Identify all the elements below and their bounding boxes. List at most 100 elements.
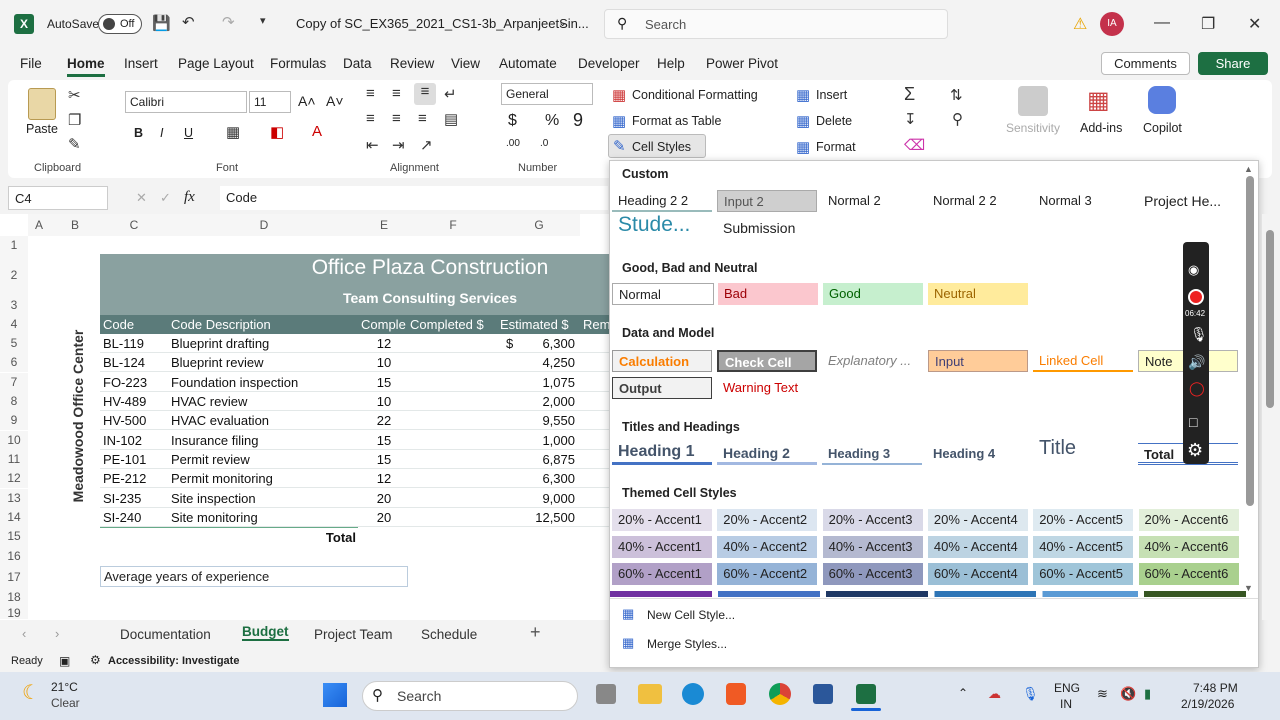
style-themed-accent[interactable]: 60% - Accent5 (1033, 563, 1134, 585)
align-center-icon[interactable]: ≡ (392, 110, 401, 127)
tab-documentation[interactable]: Documentation (120, 627, 211, 642)
style-normal-2-2[interactable]: Normal 2 2 (927, 190, 1027, 212)
delete-cells-icon[interactable]: ▦ (796, 112, 810, 130)
row-header[interactable]: 9 (0, 411, 28, 430)
row-header[interactable]: 4 (0, 315, 28, 334)
style-themed-accent[interactable]: 60% - Accent4 (927, 563, 1028, 585)
format-as-table-button[interactable]: Format as Table (632, 114, 721, 128)
cell-estimated[interactable]: 6,300 (520, 469, 575, 488)
cell-currency[interactable] (506, 392, 520, 411)
paste-icon[interactable] (28, 88, 56, 120)
sort-filter-icon[interactable]: ⇅ (950, 86, 963, 104)
cell-code[interactable]: HV-500 (103, 411, 167, 430)
cell-code[interactable]: SI-240 (103, 508, 167, 527)
cell-currency[interactable] (506, 373, 520, 392)
cancel-icon[interactable]: ✕ (136, 190, 147, 206)
cell-completed[interactable]: 22 (362, 411, 406, 430)
column-header[interactable]: D (168, 214, 360, 236)
enter-icon[interactable]: ✓ (160, 190, 171, 206)
cell-description[interactable]: Permit review (171, 450, 359, 469)
clear-icon[interactable]: ⌫ (904, 136, 925, 154)
menu-home[interactable]: Home (67, 56, 105, 77)
clock-time[interactable]: 7:48 PM (1193, 681, 1238, 695)
row-header[interactable]: 12 (0, 469, 28, 488)
style-check-cell[interactable]: Check Cell (717, 350, 817, 372)
style-themed-accent[interactable]: 60% - Accent2 (717, 563, 818, 585)
cell-currency[interactable] (506, 450, 520, 469)
edge-icon[interactable] (682, 683, 704, 705)
name-box[interactable]: C4 (8, 186, 108, 210)
temperature[interactable]: 21°C (51, 680, 78, 694)
copilot-label[interactable]: Copilot (1143, 121, 1182, 135)
close-icon[interactable]: ✕ (1248, 14, 1261, 34)
style-normal-2[interactable]: Normal 2 (822, 190, 922, 212)
cell-currency[interactable] (506, 508, 520, 527)
grow-font-icon[interactable]: A˄ (298, 93, 316, 109)
conditional-formatting-icon[interactable]: ▦ (612, 86, 626, 104)
cell-estimated[interactable]: 1,075 (520, 373, 575, 392)
redo-icon[interactable]: ↷ (222, 13, 235, 31)
function-icon[interactable]: fx (184, 189, 195, 206)
bold-icon[interactable]: B (134, 126, 143, 140)
increase-indent-icon[interactable]: ⇥ (392, 136, 405, 154)
align-bottom-icon[interactable]: ≡ (414, 83, 436, 105)
column-header[interactable]: C (100, 214, 168, 236)
currency-icon[interactable]: $ (508, 112, 517, 130)
cell-completed[interactable]: 12 (362, 334, 406, 353)
tab-project-team[interactable]: Project Team (314, 627, 393, 642)
cell-estimated[interactable]: 4,250 (520, 353, 575, 372)
style-linked-cell[interactable]: Linked Cell (1033, 350, 1133, 372)
decrease-decimal-icon[interactable]: .0 (540, 138, 548, 149)
restore-icon[interactable]: ❐ (1201, 14, 1215, 34)
mic-tray-icon[interactable]: 🎙 (1022, 686, 1039, 702)
style-themed-accent[interactable]: 60% - Accent3 (822, 563, 923, 585)
menu-power-pivot[interactable]: Power Pivot (706, 56, 778, 71)
cell-code[interactable]: HV-489 (103, 392, 167, 411)
style-themed-accent[interactable]: 40% - Accent5 (1033, 536, 1134, 558)
style-heading-2[interactable]: Heading 2 (717, 442, 817, 465)
cell-currency[interactable] (506, 411, 520, 430)
menu-view[interactable]: View (451, 56, 480, 71)
cell-estimated[interactable]: 12,500 (520, 508, 575, 527)
avatar[interactable]: IA (1100, 12, 1124, 36)
orientation-icon[interactable]: ↗ (420, 136, 433, 154)
style-heading-4[interactable]: Heading 4 (927, 443, 1027, 465)
add-ins-label[interactable]: Add-ins (1080, 121, 1122, 135)
cell-estimated[interactable]: 9,000 (520, 489, 575, 508)
add-ins-icon[interactable]: ▦ (1087, 86, 1110, 115)
cell-estimated[interactable]: 1,000 (520, 431, 575, 450)
cell-description[interactable]: Blueprint review (171, 353, 359, 372)
taskbar-search[interactable] (362, 681, 578, 711)
column-header[interactable]: F (408, 214, 498, 236)
chrome-icon[interactable] (769, 683, 791, 705)
save-icon[interactable]: 💾 (152, 14, 171, 32)
percent-icon[interactable]: % (545, 112, 559, 130)
brave-icon[interactable] (726, 683, 746, 705)
total-label[interactable]: Total (100, 527, 358, 546)
cell-completed[interactable]: 10 (362, 392, 406, 411)
row-header[interactable]: 10 (0, 431, 28, 450)
minimize-icon[interactable]: — (1154, 14, 1170, 32)
cell-estimated[interactable]: 6,875 (520, 450, 575, 469)
row-header[interactable]: 2 (0, 255, 28, 295)
comma-icon[interactable]: 9 (573, 110, 583, 131)
chevron-down-icon[interactable]: ⌄ (558, 16, 567, 29)
windows-start-icon[interactable] (323, 683, 347, 707)
style-themed-accent[interactable]: 20% - Accent6 (1138, 509, 1239, 531)
style-themed-accent[interactable]: 40% - Accent3 (822, 536, 923, 558)
insert-cells-button[interactable]: Insert (816, 88, 847, 102)
tab-schedule[interactable]: Schedule (421, 627, 477, 642)
menu-developer[interactable]: Developer (578, 56, 640, 71)
cell-estimated[interactable]: 2,000 (520, 392, 575, 411)
format-as-table-icon[interactable]: ▦ (612, 112, 626, 130)
row-header[interactable]: 14 (0, 508, 28, 527)
document-title[interactable]: Copy of SC_EX365_2021_CS1-3b_ArpanjeetSi… (296, 16, 589, 31)
column-header[interactable]: G (498, 214, 580, 236)
style-student[interactable]: Stude... (612, 214, 712, 240)
autosum-icon[interactable]: Σ (904, 84, 915, 105)
row-header[interactable]: 11 (0, 450, 28, 469)
file-explorer-icon[interactable] (638, 684, 662, 704)
copy-icon[interactable]: ❐ (68, 111, 81, 129)
clock-date[interactable]: 2/19/2026 (1181, 697, 1234, 711)
column-header[interactable]: B (50, 214, 100, 236)
